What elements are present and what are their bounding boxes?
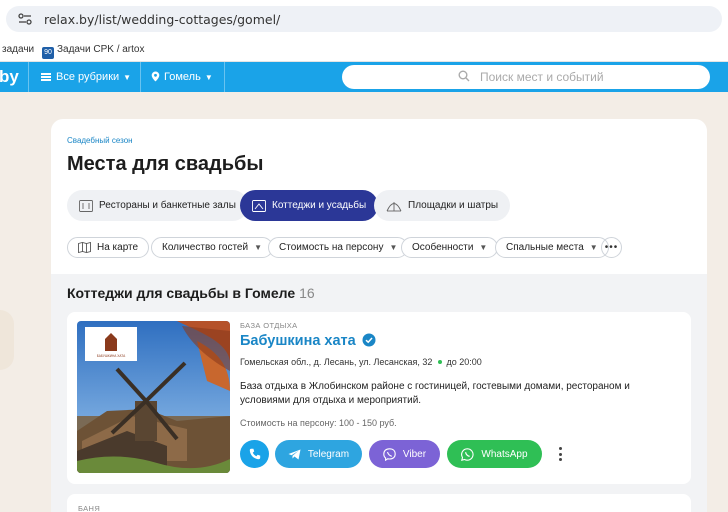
- bookmark-favicon-icon: 90: [42, 47, 54, 59]
- listing-title-text: Коттеджи для свадьбы в Гомеле: [67, 285, 296, 301]
- site-logo[interactable]: by: [0, 67, 19, 87]
- browser-address-bar: relax.by/list/wedding-cottages/gomel/: [0, 0, 728, 38]
- filter-label: Спальные места: [506, 242, 584, 253]
- telegram-icon: [288, 449, 301, 459]
- nav-divider: [224, 62, 225, 92]
- tab-label: Рестораны и банкетные залы: [99, 200, 236, 211]
- filter-price-per-person[interactable]: Стоимость на персону ▼: [268, 237, 409, 258]
- search-icon: [458, 70, 470, 82]
- windmill-photo: БАБУШКИНА ХАТА: [77, 321, 230, 473]
- tab-restaurants[interactable]: Рестораны и банкетные залы: [67, 190, 248, 221]
- telegram-label: Telegram: [307, 448, 350, 460]
- filter-on-map[interactable]: На карте: [67, 237, 150, 258]
- cottage-icon: [252, 199, 266, 212]
- tab-label: Площадки и шатры: [408, 200, 499, 211]
- place-name-text: Бабушкина хата: [240, 333, 356, 349]
- nav-divider: [140, 62, 141, 92]
- filter-label: Количество гостей: [162, 242, 249, 253]
- chevron-down-icon: ▼: [479, 243, 488, 252]
- tab-venues[interactable]: Площадки и шатры: [374, 190, 511, 221]
- filter-label: Особенности: [412, 242, 474, 253]
- page-title: Места для свадьбы: [67, 153, 264, 175]
- more-options-icon[interactable]: [557, 447, 563, 461]
- chevron-down-icon: ▼: [589, 243, 598, 252]
- place-photo[interactable]: БАБУШКИНА ХАТА: [77, 321, 230, 473]
- filter-sleeping-places[interactable]: Спальные места ▼: [495, 237, 609, 258]
- viber-label: Viber: [402, 448, 427, 460]
- background-decoration: [0, 310, 14, 370]
- map-icon: [78, 242, 91, 253]
- telegram-button[interactable]: Telegram: [275, 440, 362, 468]
- restaurant-icon: [79, 199, 93, 212]
- chevron-down-icon: ▼: [254, 243, 263, 252]
- photo-logo-text: БАБУШКИНА ХАТА: [97, 354, 126, 358]
- filter-guest-count[interactable]: Количество гостей ▼: [151, 237, 274, 258]
- breadcrumb-eyebrow[interactable]: Свадебный сезон: [67, 136, 133, 145]
- viber-icon: [383, 447, 396, 461]
- place-card[interactable]: БАБУШКИНА ХАТА БАЗА ОТДЫХА Бабушкина хат…: [67, 312, 691, 484]
- open-status-dot-icon: [438, 360, 443, 364]
- place-description: База отдыха в Жлобинском районе с гостин…: [240, 381, 630, 406]
- more-filters-button[interactable]: •••: [601, 237, 622, 258]
- city-label: Гомель: [164, 71, 201, 83]
- tent-icon: [386, 201, 402, 211]
- bookmark-tasks[interactable]: задачи: [2, 44, 34, 55]
- filter-features[interactable]: Особенности ▼: [401, 237, 499, 258]
- menu-icon: [41, 73, 51, 81]
- tab-cottages[interactable]: Коттеджи и усадьбы: [240, 190, 379, 221]
- city-selector[interactable]: Гомель ▼: [151, 71, 213, 83]
- chevron-down-icon: ▼: [204, 73, 213, 82]
- bookmark-label: Задачи CPK / artox: [57, 44, 145, 55]
- site-header: by Все рубрики ▼ Гомель ▼ Поиск мест и соб…: [0, 62, 728, 92]
- url-text: relax.by/list/wedding-cottages/gomel/: [44, 12, 281, 27]
- place-card[interactable]: БАНЯ: [67, 494, 691, 512]
- viber-button[interactable]: Viber: [369, 440, 440, 468]
- location-pin-icon: [151, 71, 160, 82]
- bookmark-label: задачи: [2, 44, 35, 55]
- place-type: БАНЯ: [78, 504, 101, 512]
- rubrics-label: Все рубрики: [56, 71, 120, 83]
- chevron-down-icon: ▼: [389, 243, 398, 252]
- page-header-card: Свадебный сезон Места для свадьбы Рестор…: [51, 119, 707, 274]
- whatsapp-label: WhatsApp: [481, 448, 528, 460]
- phone-icon: [249, 448, 260, 460]
- opening-hours: до 20:00: [446, 357, 482, 367]
- filter-label: Стоимость на персону: [279, 242, 384, 253]
- whatsapp-icon: [461, 447, 474, 461]
- bookmarks-bar: задачи 90 Задачи CPK / artox: [0, 38, 728, 62]
- place-address: Гомельская обл., д. Лесань, ул. Лесанска…: [240, 357, 482, 367]
- site-settings-icon[interactable]: [18, 13, 32, 25]
- place-type: БАЗА ОТДЫХА: [240, 321, 298, 330]
- chevron-down-icon: ▼: [123, 73, 132, 82]
- rubrics-menu[interactable]: Все рубрики ▼: [41, 71, 131, 83]
- address-text: Гомельская обл., д. Лесань, ул. Лесанска…: [240, 357, 433, 367]
- search-input[interactable]: Поиск мест и событий: [342, 65, 710, 89]
- place-name[interactable]: Бабушкина хата: [240, 333, 376, 349]
- call-button[interactable]: [240, 440, 269, 468]
- bookmark-cpk-artox[interactable]: 90 Задачи CPK / artox: [42, 44, 144, 59]
- listing-count: 16: [299, 285, 315, 301]
- search-placeholder: Поиск мест и событий: [480, 70, 604, 84]
- tab-label: Коттеджи и усадьбы: [272, 200, 367, 211]
- nav-divider: [28, 62, 29, 92]
- place-price: Стоимость на персону: 100 - 150 руб.: [240, 418, 397, 428]
- url-field[interactable]: relax.by/list/wedding-cottages/gomel/: [6, 6, 722, 32]
- whatsapp-button[interactable]: WhatsApp: [447, 440, 542, 468]
- filter-label: На карте: [97, 242, 139, 253]
- listing-title: Коттеджи для свадьбы в Гомеле 16: [67, 285, 315, 301]
- verified-icon: [362, 333, 376, 347]
